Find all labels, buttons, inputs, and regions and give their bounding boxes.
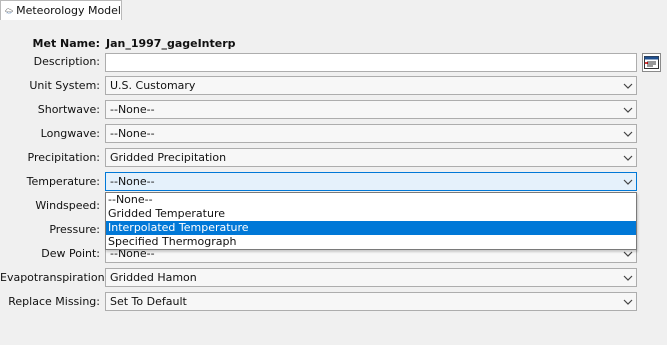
windspeed-label: Windspeed: <box>35 199 100 212</box>
chevron-down-icon <box>620 149 636 166</box>
unit-system-select[interactable]: U.S. Customary <box>105 76 637 95</box>
longwave-select[interactable]: --None-- <box>105 124 637 143</box>
replace-missing-value: Set To Default <box>110 295 187 308</box>
precipitation-label: Precipitation: <box>27 151 100 164</box>
chevron-down-icon <box>620 101 636 118</box>
tab-bar: Meteorology Model <box>0 0 667 21</box>
unit-system-value: U.S. Customary <box>110 79 196 92</box>
temperature-select[interactable]: --None-- <box>105 172 637 191</box>
longwave-value: --None-- <box>110 127 155 140</box>
chevron-down-icon <box>620 293 636 310</box>
tab-meteorology-model[interactable]: Meteorology Model <box>0 0 122 20</box>
chevron-down-icon <box>620 173 636 190</box>
replace-missing-label: Replace Missing: <box>8 295 100 308</box>
pressure-label: Pressure: <box>49 223 100 236</box>
precipitation-value: Gridded Precipitation <box>110 151 227 164</box>
temperature-option-gridded[interactable]: Gridded Temperature <box>106 207 636 221</box>
temperature-dropdown-list: --None-- Gridded Temperature Interpolate… <box>105 192 637 250</box>
shortwave-select[interactable]: --None-- <box>105 100 637 119</box>
precipitation-select[interactable]: Gridded Precipitation <box>105 148 637 167</box>
description-label: Description: <box>33 55 100 68</box>
description-input[interactable] <box>106 54 636 71</box>
temperature-value: --None-- <box>110 175 155 188</box>
chevron-down-icon <box>620 269 636 286</box>
temperature-option-none[interactable]: --None-- <box>106 193 636 207</box>
shortwave-value: --None-- <box>110 103 155 116</box>
temperature-label: Temperature: <box>26 175 100 188</box>
description-field[interactable] <box>105 53 637 72</box>
chevron-down-icon <box>620 125 636 142</box>
tab-label: Meteorology Model <box>16 4 121 17</box>
met-name-label: Met Name: <box>32 37 100 50</box>
evapotranspiration-label: Evapotranspiration: <box>0 271 109 284</box>
temperature-option-thermograph[interactable]: Specified Thermograph <box>106 235 636 249</box>
meteorology-model-icon <box>5 7 13 14</box>
chevron-down-icon <box>620 77 636 94</box>
text-editor-icon <box>644 56 659 69</box>
description-editor-button[interactable] <box>642 53 661 72</box>
dew-point-label: Dew Point: <box>41 247 100 260</box>
evapotranspiration-select[interactable]: Gridded Hamon <box>105 268 637 287</box>
met-name-value: Jan_1997_gageInterp <box>106 37 236 50</box>
replace-missing-select[interactable]: Set To Default <box>105 292 637 311</box>
shortwave-label: Shortwave: <box>37 103 100 116</box>
evapotranspiration-value: Gridded Hamon <box>110 271 197 284</box>
longwave-label: Longwave: <box>40 127 100 140</box>
temperature-option-interpolated[interactable]: Interpolated Temperature <box>106 221 636 235</box>
unit-system-label: Unit System: <box>29 79 100 92</box>
